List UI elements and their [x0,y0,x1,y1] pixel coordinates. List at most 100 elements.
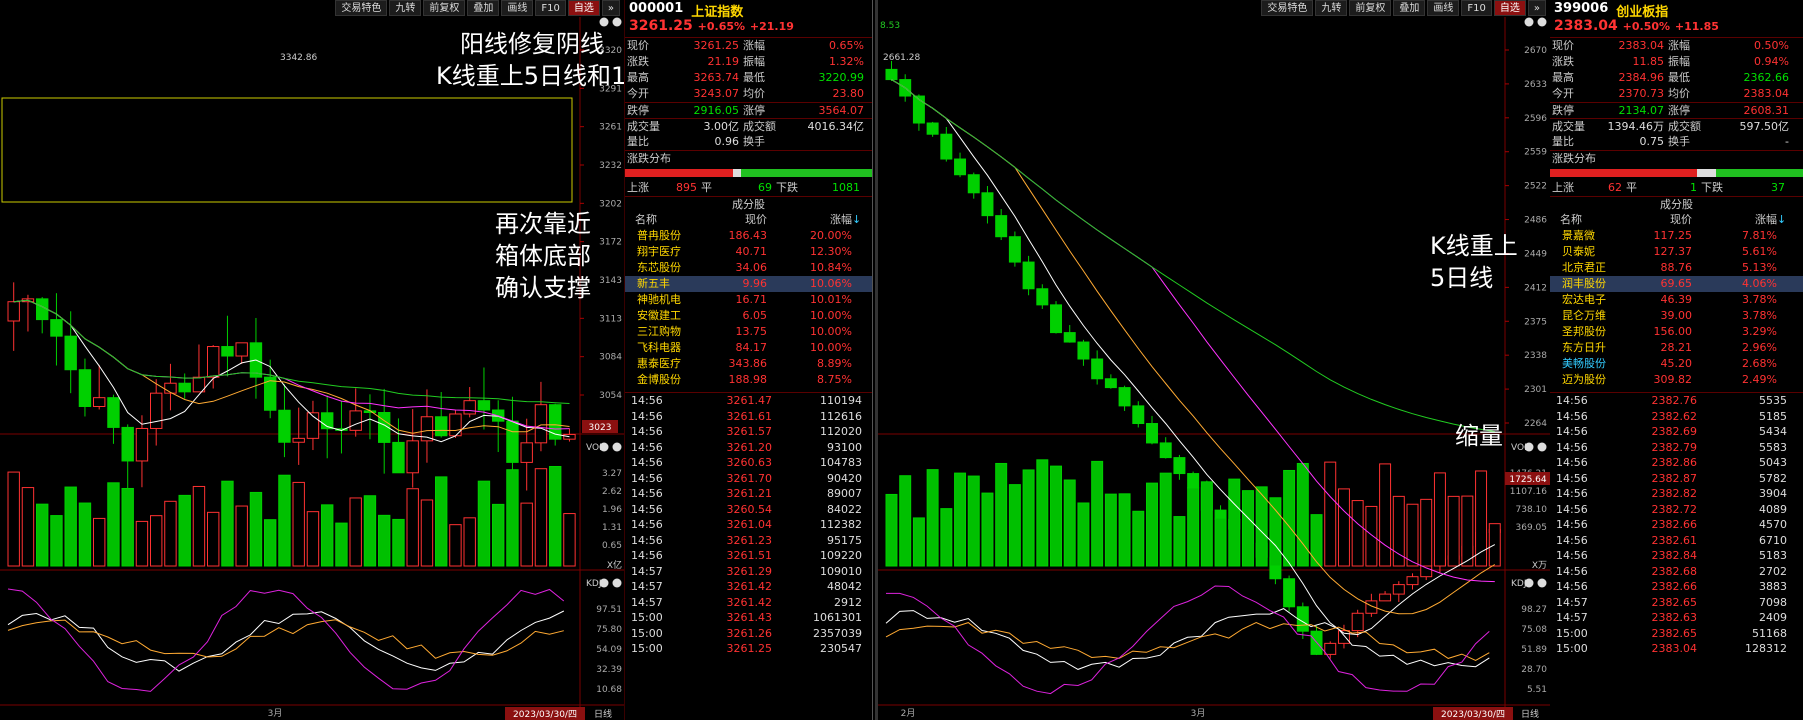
volume-bar [449,524,462,567]
quote-panel-left: 000001 上证指数 3261.25 +0.65% +21.19 现价 3261.… [625,0,873,720]
volume-bar [135,520,149,567]
price-axis-label: 2412 [1524,283,1547,293]
period-label: 日线 [594,708,612,720]
volume-bar [1132,510,1145,567]
component-row[interactable]: 东方日升 28.21 2.96% [1550,340,1803,356]
help-icon[interactable] [1537,442,1547,452]
vol-axis-label: 1107.16 [1510,487,1547,497]
tick-row: 14:56 3261.04 112382 [631,518,862,531]
settings-icon[interactable] [1524,442,1534,452]
kdj-k-line [7,610,565,672]
tick-row: 15:00 3261.25 230547 [631,642,862,655]
volume-bar [1461,495,1474,567]
quote-panel-right: 399006 创业板指 2383.04 +0.50% +11.85 现价 2383.… [1550,0,1803,720]
volume-bar [207,511,220,567]
component-row[interactable]: 迈为股份 309.82 2.49% [1550,372,1803,388]
volume-bar [1104,493,1117,567]
settings-icon[interactable] [599,578,609,588]
chart-pane-left[interactable]: 交易特色 九转 前复权 叠加 画线 F10 自选 » 3320 3291 3261 3… [0,0,625,720]
tick-row: 14:56 2382.86 5043 [1556,456,1787,469]
settings-icon[interactable] [599,442,609,452]
component-row[interactable]: 昆仑万维 39.00 3.78% [1550,308,1803,324]
candle [278,409,291,443]
component-row[interactable]: 三江购物 13.75 10.00% [625,324,872,340]
vol-axis-label: 2.62 [602,487,622,497]
component-row[interactable]: 翔宇医疗 40.71 12.30% [625,244,872,260]
component-row[interactable]: 润丰股份 69.65 4.06% [1550,276,1803,292]
candle [406,440,419,474]
vol-unit-label: X亿 [607,559,622,571]
candle [967,174,980,194]
volume-bar [278,474,291,567]
tick-row: 14:56 3261.61 112616 [631,409,862,423]
volume-bar [1337,488,1350,567]
component-row[interactable]: 圣邦股份 156.00 3.29% [1550,324,1803,340]
price-axis-label: 3054 [599,391,622,401]
volume-bar [50,515,63,567]
help-icon[interactable] [1537,578,1547,588]
vol-axis-label: 1.96 [602,505,622,515]
component-row[interactable]: 美畅股份 45.20 2.68% [1550,356,1803,372]
candle [150,392,163,429]
price-axis-label: 3084 [599,353,622,363]
volume-bar [435,476,448,567]
component-row[interactable]: 宏达电子 46.39 3.78% [1550,292,1803,308]
limit-row: 跌停 2916.05 涨停 3564.07 [625,102,872,118]
vol-marker-label: 1725.64 [1509,475,1546,485]
tick-row: 14:56 3261.21 89007 [631,487,862,500]
candle [207,346,220,378]
candle [1118,387,1131,407]
volume-bar [7,471,20,567]
component-row[interactable]: 安徽建工 6.05 10.00% [625,308,872,324]
component-row[interactable]: 神驰机电 16.71 10.01% [625,292,872,308]
settings-icon[interactable] [1524,578,1534,588]
chart-pane-right[interactable]: 交易特色 九转 前复权 叠加 画线 F10 自选 » 2670 2633 2596 2… [875,0,1550,720]
kline-chart-right[interactable]: 2670 2633 2596 2559 2522 2486 2449 2412 2375 2338… [878,0,1550,720]
stock-code: 399006 [1554,1,1609,16]
settings-icon[interactable] [1524,17,1534,27]
tick-row: 14:56 3261.47 110194 [631,394,862,407]
kdj-axis-label: 10.68 [596,685,622,695]
candle [1146,423,1158,444]
annotation-text: K线重上 [1430,232,1518,260]
candle [1420,565,1433,578]
price-axis-label: 2596 [1524,114,1547,124]
tick-row: 15:00 3261.26 2357039 [631,626,862,640]
component-row[interactable]: 飞科电器 84.17 10.00% [625,340,872,356]
component-row[interactable]: 北京君正 88.76 5.13% [1550,260,1803,276]
tick-row: 14:57 3261.42 48042 [631,580,862,593]
volume-bar [520,502,533,567]
help-icon[interactable] [612,17,622,27]
kdj-k-line [885,608,1490,670]
component-row[interactable]: 新五丰 9.96 10.06% [625,276,872,292]
help-icon[interactable] [1537,17,1547,27]
ratio-row: 量比 0.75 换手 - [1552,135,1789,148]
tick-row: 14:56 2382.66 4570 [1556,518,1787,531]
component-row[interactable]: 东芯股份 34.06 10.84% [625,260,872,276]
help-icon[interactable] [612,442,622,452]
component-row[interactable]: 普冉股份 186.43 20.00% [625,228,872,244]
candle [1159,442,1172,459]
volume-bar [1420,498,1433,567]
stat-row: 现价 3261.25 涨幅 0.65% [627,39,864,52]
component-row[interactable]: 贝泰妮 127.37 5.61% [1550,244,1803,260]
settings-icon[interactable] [599,17,609,27]
tick-row: 14:56 3260.63 104783 [631,456,862,469]
volume-bar [506,469,519,567]
tick-row: 14:56 3261.57 112020 [631,425,862,438]
candle [1022,261,1035,290]
tick-row: 14:56 2382.87 5782 [1556,471,1787,485]
component-row[interactable]: 景嘉微 117.25 7.81% [1550,228,1803,244]
candle [50,319,63,337]
help-icon[interactable] [612,578,622,588]
vol-axis-label: 369.05 [1516,523,1548,533]
kline-chart-left[interactable]: 3320329132613232320231723143311330843054… [0,0,625,720]
vol-unit-label: X万 [1532,561,1547,571]
candle [1063,332,1076,343]
component-row[interactable]: 惠泰医疗 343.86 8.89% [625,356,872,372]
volume-bar [1118,493,1131,567]
kdj-label: KDJ [1511,579,1527,589]
volume-bar [1269,497,1282,567]
component-row[interactable]: 金博股份 188.98 8.75% [625,372,872,388]
stat-row: 现价 2383.04 涨幅 0.50% [1552,39,1789,52]
